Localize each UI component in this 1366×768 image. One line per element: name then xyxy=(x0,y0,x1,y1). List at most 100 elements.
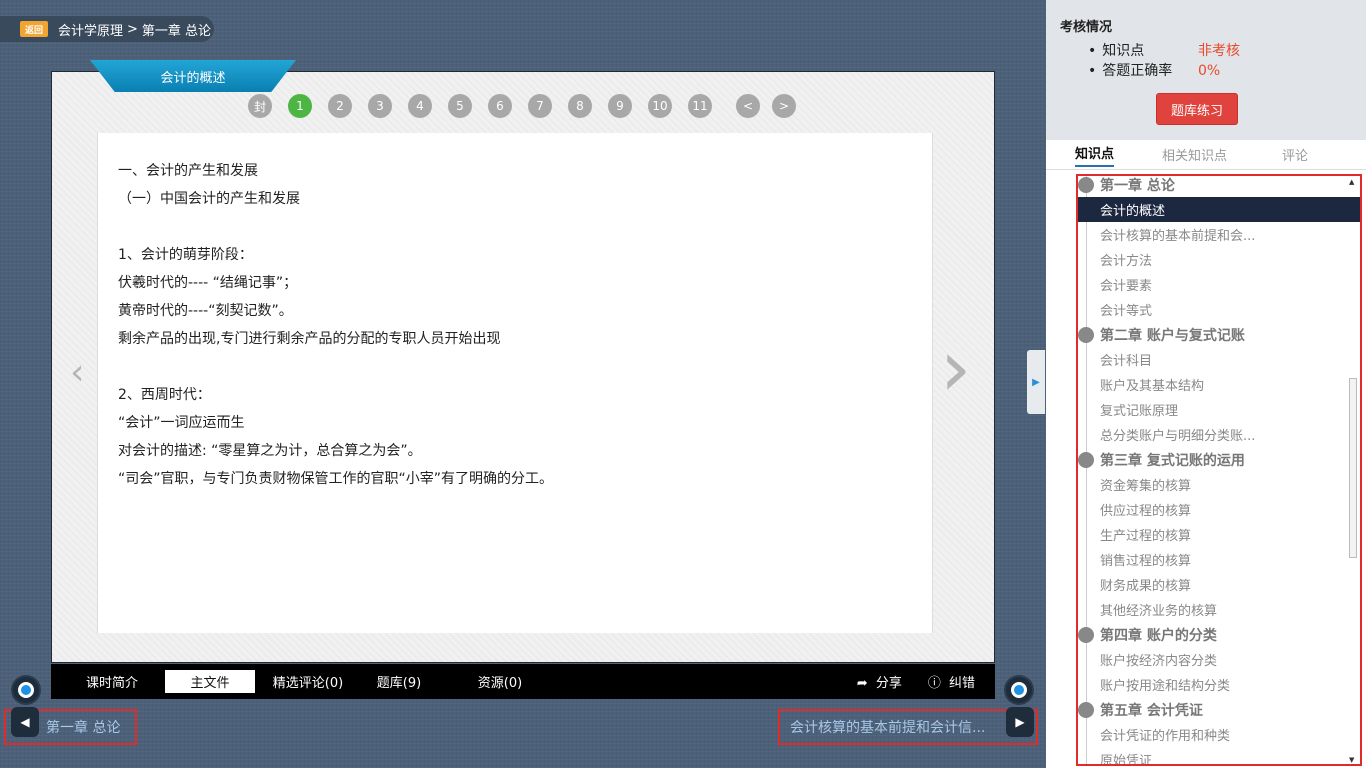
content-line xyxy=(118,213,912,241)
back-button[interactable]: 返回 xyxy=(20,21,48,37)
page-dot[interactable]: 7 xyxy=(528,94,552,118)
chapter-item[interactable]: 第一章 总论 xyxy=(1078,176,1360,197)
knowledge-point-item[interactable]: 会计等式 xyxy=(1078,297,1360,322)
knowledge-point-item[interactable]: 账户按用途和结构分类 xyxy=(1078,672,1360,697)
chapter-bullet-icon xyxy=(1078,701,1094,718)
knowledge-point-label: 账户按经济内容分类 xyxy=(1100,654,1218,669)
page-dot[interactable]: 6 xyxy=(488,94,512,118)
next-lesson-title: 会计核算的基本前提和会计信... xyxy=(790,720,986,736)
chapter-bullet-icon xyxy=(1078,326,1094,343)
chapter-item[interactable]: 第二章 账户与复式记账 xyxy=(1078,322,1360,347)
knowledge-point-item[interactable]: 账户及其基本结构 xyxy=(1078,372,1360,397)
knowledge-point-item[interactable]: 资金筹集的核算 xyxy=(1078,472,1360,497)
chapter-bullet-icon xyxy=(1078,626,1094,643)
panel-tab[interactable]: 知识点 xyxy=(1075,143,1115,167)
knowledge-point-item[interactable]: 财务成果的核算 xyxy=(1078,572,1360,597)
knowledge-point-item[interactable]: 会计核算的基本前提和会... xyxy=(1078,222,1360,247)
lesson-tab-bar: 课时简介 主文件 精选评论(0) 题库(9) 资源(0) ➦ 分享 ⓘ 纠错 xyxy=(51,664,995,699)
lesson-tab[interactable]: 资源(0) xyxy=(445,670,555,693)
knowledge-point-item[interactable]: 其他经济业务的核算 xyxy=(1078,597,1360,622)
knowledge-label: 知识点 xyxy=(1088,41,1198,61)
page-dot[interactable]: 2 xyxy=(328,94,352,118)
content-line: “司会”官职，与专门负责财物保管工作的官职“小宰”有了明确的分工。 xyxy=(118,471,554,487)
knowledge-point-item[interactable]: 总分类账户与明细分类账... xyxy=(1078,422,1360,447)
page-prev-button[interactable]: < xyxy=(736,94,760,118)
page-dot[interactable]: 3 xyxy=(368,94,392,118)
breadcrumb-separator: > xyxy=(127,21,138,37)
knowledge-point-item[interactable]: 生产过程的核算 xyxy=(1078,522,1360,547)
practice-button[interactable]: 题库练习 xyxy=(1156,93,1238,125)
knowledge-point-label: 会计凭证的作用和种类 xyxy=(1100,729,1231,744)
next-knob-icon xyxy=(1004,675,1034,705)
next-lesson-link[interactable]: 会计核算的基本前提和会计信... xyxy=(778,709,1038,745)
prev-lesson-title: 第一章 总论 xyxy=(46,720,121,736)
knowledge-point-label: 销售过程的核算 xyxy=(1100,554,1192,569)
lesson-tab[interactable]: 课时简介 xyxy=(73,670,151,693)
content-line: 一、会计的产生和发展 xyxy=(118,163,258,179)
content-line xyxy=(118,353,912,381)
collapse-panel-icon[interactable]: ▶ xyxy=(1027,350,1045,414)
breadcrumb: 返回 会计学原理 > 第一章 总论 xyxy=(0,16,214,42)
knowledge-point-label: 账户按用途和结构分类 xyxy=(1100,679,1231,694)
page-dot[interactable]: 11 xyxy=(688,94,712,118)
knowledge-point-label: 其他经济业务的核算 xyxy=(1100,604,1218,619)
knowledge-point-label: 账户及其基本结构 xyxy=(1100,379,1205,394)
content-line: 剩余产品的出现,专门进行剩余产品的分配的专职人员开始出现 xyxy=(118,331,501,347)
scroll-up-icon[interactable]: ▲ xyxy=(1349,178,1354,186)
page-dot[interactable]: 8 xyxy=(568,94,592,118)
accuracy-label: 答题正确率 xyxy=(1088,61,1198,81)
section-title-tab: 会计的概述 xyxy=(90,60,296,92)
knowledge-point-label: 第五章 会计凭证 xyxy=(1100,702,1203,719)
page-dot[interactable]: 4 xyxy=(408,94,432,118)
knowledge-point-label: 第四章 账户的分类 xyxy=(1100,627,1217,644)
panel-tab[interactable]: 评论 xyxy=(1282,145,1308,164)
knowledge-point-item[interactable]: 供应过程的核算 xyxy=(1078,497,1360,522)
next-page-arrow-icon[interactable]: › xyxy=(940,330,971,408)
knowledge-point-item[interactable]: 原始凭证 xyxy=(1078,747,1360,766)
knowledge-point-item[interactable]: 复式记账原理 xyxy=(1078,397,1360,422)
knowledge-point-item[interactable]: 会计方法 xyxy=(1078,247,1360,272)
knowledge-point-item[interactable]: 会计要素 xyxy=(1078,272,1360,297)
page-next-button[interactable]: > xyxy=(772,94,796,118)
content-line: （一）中国会计的产生和发展 xyxy=(118,191,300,207)
content-line: “会计”一词应运而生 xyxy=(118,415,245,431)
knowledge-point-label: 会计科目 xyxy=(1100,354,1153,369)
chapter-item[interactable]: 第四章 账户的分类 xyxy=(1078,622,1360,647)
knowledge-point-label: 第一章 总论 xyxy=(1100,177,1175,194)
knowledge-point-item[interactable]: 销售过程的核算 xyxy=(1078,547,1360,572)
knowledge-point-item[interactable]: 会计凭证的作用和种类 xyxy=(1078,722,1360,747)
next-lesson-button[interactable]: ▶ xyxy=(1006,707,1034,737)
knowledge-point-label: 生产过程的核算 xyxy=(1100,529,1192,544)
page-dot[interactable]: 9 xyxy=(608,94,632,118)
knowledge-point-item[interactable]: 会计的概述 xyxy=(1078,197,1360,222)
chapter-item[interactable]: 第三章 复式记账的运用 xyxy=(1078,447,1360,472)
knowledge-value: 非考核 xyxy=(1198,43,1240,59)
scroll-thumb[interactable] xyxy=(1349,378,1357,558)
report-error-button[interactable]: ⓘ 纠错 xyxy=(928,672,975,691)
lesson-tab[interactable]: 主文件 xyxy=(165,670,255,693)
content-line: 黄帝时代的----“刻契记数”。 xyxy=(118,303,293,319)
scrollbar[interactable]: ▲ ▼ xyxy=(1348,178,1358,764)
page-dot[interactable]: 1 xyxy=(288,94,312,118)
knowledge-point-item[interactable]: 账户按经济内容分类 xyxy=(1078,647,1360,672)
lesson-tab[interactable]: 精选评论(0) xyxy=(263,670,353,693)
knowledge-point-label: 原始凭证 xyxy=(1100,754,1153,766)
share-button[interactable]: ➦ 分享 xyxy=(857,672,902,691)
prev-lesson-button[interactable]: ◀ xyxy=(11,707,39,737)
lesson-tab[interactable]: 题库(9) xyxy=(367,670,431,693)
page-dot[interactable]: 5 xyxy=(448,94,472,118)
panel-tabs: 知识点 相关知识点 评论 xyxy=(1046,140,1366,170)
breadcrumb-course[interactable]: 会计学原理 xyxy=(58,20,123,39)
scroll-down-icon[interactable]: ▼ xyxy=(1349,756,1354,764)
prev-page-arrow-icon[interactable]: ‹ xyxy=(70,352,84,393)
knowledge-point-item[interactable]: 会计科目 xyxy=(1078,347,1360,372)
chapter-item[interactable]: 第五章 会计凭证 xyxy=(1078,697,1360,722)
page-dot[interactable]: 10 xyxy=(648,94,672,118)
page-dot[interactable]: 封 xyxy=(248,94,272,118)
breadcrumb-chapter: 第一章 总论 xyxy=(141,23,212,39)
knowledge-point-label: 复式记账原理 xyxy=(1100,404,1179,419)
share-label: 分享 xyxy=(875,676,902,691)
content-line: 1、会计的萌芽阶段： xyxy=(118,247,253,263)
assessment-box: 考核情况 知识点 非考核 答题正确率 0% 题库练习 xyxy=(1046,0,1366,140)
panel-tab[interactable]: 相关知识点 xyxy=(1162,145,1227,164)
